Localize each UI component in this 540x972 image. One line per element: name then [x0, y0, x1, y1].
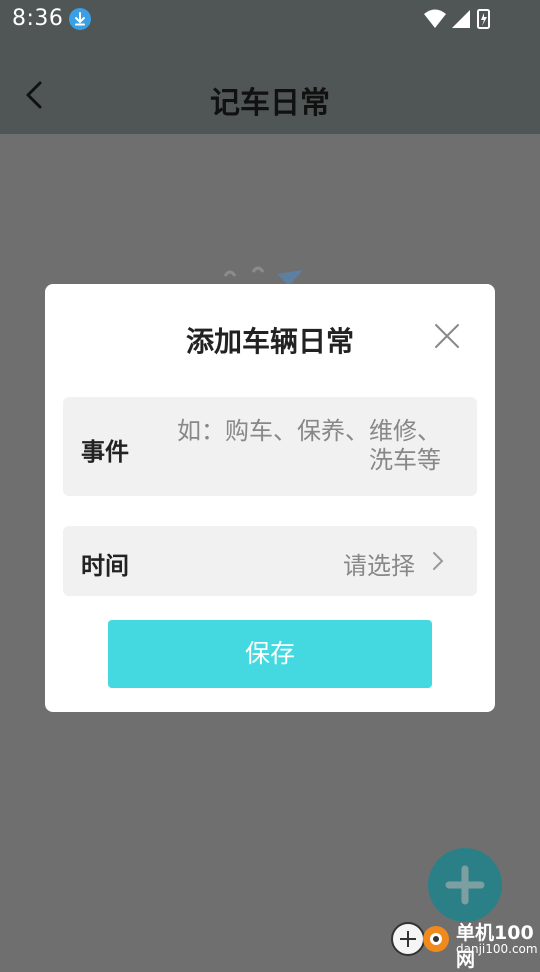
app-header: 记车日常: [0, 38, 540, 134]
close-icon[interactable]: [433, 322, 461, 350]
watermark-logo-icon: [391, 922, 449, 956]
page-title: 记车日常: [210, 86, 330, 121]
time-label: 时间: [81, 552, 129, 580]
dialog-title: 添加车辆日常: [185, 325, 354, 358]
signal-icon: [452, 10, 470, 28]
event-label: 事件: [81, 438, 129, 466]
status-bar: 8:36: [0, 0, 540, 38]
time-picker-row[interactable]: 时间 请选择: [63, 526, 477, 596]
save-button[interactable]: 保存: [108, 620, 432, 688]
add-fab-button[interactable]: [428, 848, 502, 922]
watermark: 单机100网 danji100.com: [386, 914, 540, 971]
status-time: 8:36: [12, 6, 64, 31]
system-icons: [424, 8, 500, 34]
wifi-icon: [424, 9, 446, 28]
chevron-right-icon: [433, 552, 444, 570]
download-icon: [69, 8, 91, 30]
watermark-url: danji100.com: [456, 942, 538, 956]
event-input[interactable]: 如：购车、保养、维修、 洗车等: [161, 417, 441, 475]
event-field[interactable]: 事件 如：购车、保养、维修、 洗车等: [63, 397, 477, 496]
time-value: 请选择: [343, 552, 415, 580]
add-daily-record-dialog: 添加车辆日常 事件 如：购车、保养、维修、 洗车等 时间 请选择 保存: [45, 284, 495, 712]
plus-icon: [445, 865, 485, 905]
event-placeholder-line1: 如：购车、保养、维修、: [177, 417, 441, 445]
event-placeholder-line2: 洗车等: [369, 446, 441, 474]
